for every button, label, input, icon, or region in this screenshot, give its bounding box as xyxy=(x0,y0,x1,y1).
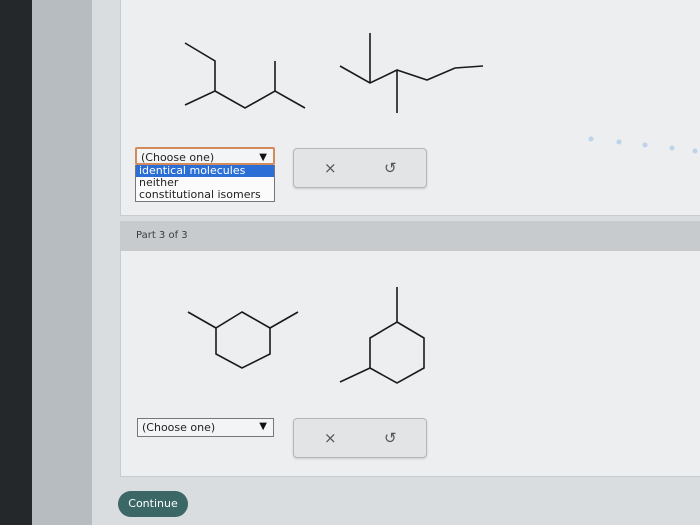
part3-header xyxy=(120,221,700,251)
undo-icon[interactable]: ↺ xyxy=(384,429,397,447)
molecule-pair-2 xyxy=(187,287,425,384)
molecule-2b xyxy=(369,321,425,384)
option-constitutional-isomers[interactable]: constitutional isomers xyxy=(136,189,274,201)
bezel-left xyxy=(0,0,32,525)
question1-toolbox: × ↺ xyxy=(293,148,427,188)
screen-glare xyxy=(588,136,698,154)
question1-dropdown-list: identical molecules neither constitution… xyxy=(135,165,275,202)
part3-toolbox: × ↺ xyxy=(293,418,427,458)
page-gutter xyxy=(32,0,92,525)
molecule-1b xyxy=(339,65,484,84)
molecule-1a xyxy=(184,42,216,106)
dropdown-arrow-icon: ▼ xyxy=(259,421,267,432)
clear-icon[interactable]: × xyxy=(324,429,337,447)
question1-dropdown-field[interactable]: (Choose one) ▼ xyxy=(135,147,275,165)
molecule-pair-1 xyxy=(184,33,484,113)
part3-dropdown[interactable]: (Choose one) ▼ xyxy=(137,418,274,437)
clear-icon[interactable]: × xyxy=(324,159,337,177)
question1-dropdown[interactable]: (Choose one) ▼ identical molecules neith… xyxy=(135,147,275,202)
continue-button[interactable]: Continue xyxy=(118,491,188,517)
undo-icon[interactable]: ↺ xyxy=(384,159,397,177)
part3-label: Part 3 of 3 xyxy=(136,230,188,241)
molecule-2a xyxy=(215,311,271,369)
dropdown-arrow-icon: ▼ xyxy=(259,152,267,163)
